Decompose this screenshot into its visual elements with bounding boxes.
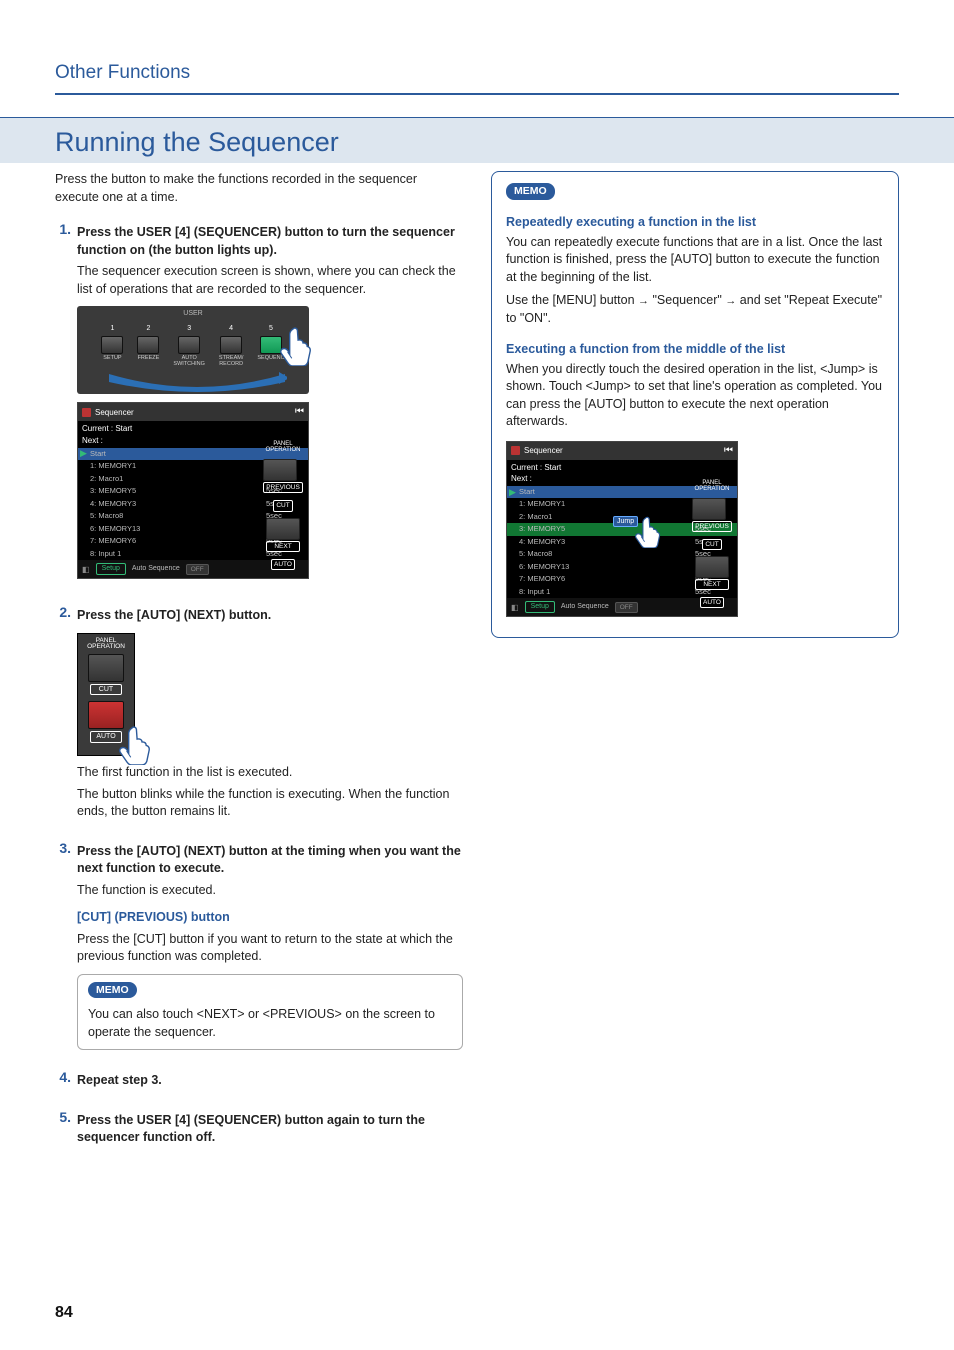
memo-box: MEMO You can also touch <NEXT> or <PREVI…	[77, 974, 463, 1051]
step-number: 5.	[55, 1108, 77, 1147]
memo-text: You can also touch <NEXT> or <PREVIOUS> …	[88, 1006, 452, 1041]
step1-desc: The sequencer execution screen is shown,…	[77, 263, 463, 298]
auto-slot	[88, 701, 124, 729]
auto-button: AUTO	[700, 597, 724, 608]
step2-p1: The first function in the list is execut…	[77, 764, 463, 782]
auto-sequence-label: Auto Sequence	[561, 602, 609, 612]
repeat-p1: You can repeatedly execute functions tha…	[506, 234, 884, 287]
cut-button: CUT	[702, 539, 721, 550]
step1-title: Press the USER [4] (SEQUENCER) button to…	[77, 224, 463, 259]
user-label: USER	[183, 309, 202, 319]
user-key-2: 2FREEZE	[137, 324, 159, 367]
intro-text: Press the button to make the functions r…	[55, 171, 463, 206]
arrow-swoosh-icon	[107, 372, 287, 396]
setup-button: Setup	[96, 563, 126, 575]
play-indicator-icon: ▶	[509, 486, 516, 499]
step-number: 3.	[55, 839, 77, 1051]
previous-button	[692, 498, 726, 520]
step3-p1: The function is executed.	[77, 882, 463, 900]
cut-previous-heading: [CUT] (PREVIOUS) button	[77, 909, 463, 927]
step-number: 4.	[55, 1068, 77, 1090]
step2-title: Press the [AUTO] (NEXT) button.	[77, 607, 463, 625]
auto-cut-panel: PANEL OPERATION CUT AUTO	[77, 633, 135, 757]
step-number: 2.	[55, 603, 77, 821]
auto-sequence-toggle: OFF	[186, 564, 209, 575]
step4-title: Repeat step 3.	[77, 1072, 463, 1090]
play-indicator-icon: ▶	[80, 447, 87, 460]
auto-sequence-toggle: OFF	[615, 602, 638, 613]
right-memo-panel: MEMO Repeatedly executing a function in …	[491, 171, 899, 638]
sequencer-icon	[82, 408, 91, 417]
page-number: 84	[55, 1302, 73, 1324]
section-title: Other Functions	[55, 60, 899, 95]
repeat-p2: Use the [MENU] button → "Sequencer" → an…	[506, 292, 884, 327]
step3-title: Press the [AUTO] (NEXT) button at the ti…	[77, 843, 463, 878]
arrow-icon: →	[638, 295, 649, 307]
middle-p: When you directly touch the desired oper…	[506, 361, 884, 431]
memo-badge: MEMO	[506, 183, 555, 200]
user-key-1: 1SETUP	[101, 324, 123, 367]
user-panel-graphic: USER 1SETUP 2FREEZE 3AUTO SWITCHING 4STR…	[77, 306, 309, 394]
sequencer-icon	[511, 446, 520, 455]
sequencer-screenshot-1: Sequencer⏮ Current : StartNext : ▶ Start…	[77, 402, 309, 579]
step5-title: Press the USER [4] (SEQUENCER) button ag…	[77, 1112, 463, 1147]
auto-button: AUTO	[271, 559, 295, 570]
cut-previous-desc: Press the [CUT] button if you want to re…	[77, 931, 463, 966]
previous-button	[263, 459, 297, 481]
cut-slot	[88, 654, 124, 682]
repeat-heading: Repeatedly executing a function in the l…	[506, 214, 884, 232]
auto-sequence-label: Auto Sequence	[132, 564, 180, 574]
middle-heading: Executing a function from the middle of …	[506, 341, 884, 359]
page-heading: Running the Sequencer	[55, 124, 954, 162]
setup-button: Setup	[525, 601, 555, 613]
user-key-4: 4STREAM/ RECORD	[219, 324, 243, 367]
hand-cursor-icon	[114, 723, 156, 765]
next-button	[695, 556, 729, 578]
user-key-5: 5SEQUENC	[257, 324, 284, 367]
user-key-3: 3AUTO SWITCHING	[173, 324, 204, 367]
arrow-icon: →	[725, 295, 736, 307]
next-button	[266, 518, 300, 540]
sequencer-screenshot-2: Sequencer⏮ Current : StartNext : ▶ Start…	[506, 441, 738, 618]
cut-button: CUT	[273, 500, 292, 511]
jump-button: Jump	[613, 516, 638, 528]
step-number: 1.	[55, 220, 77, 585]
memo-badge: MEMO	[88, 982, 137, 999]
step2-p2: The button blinks while the function is …	[77, 786, 463, 821]
